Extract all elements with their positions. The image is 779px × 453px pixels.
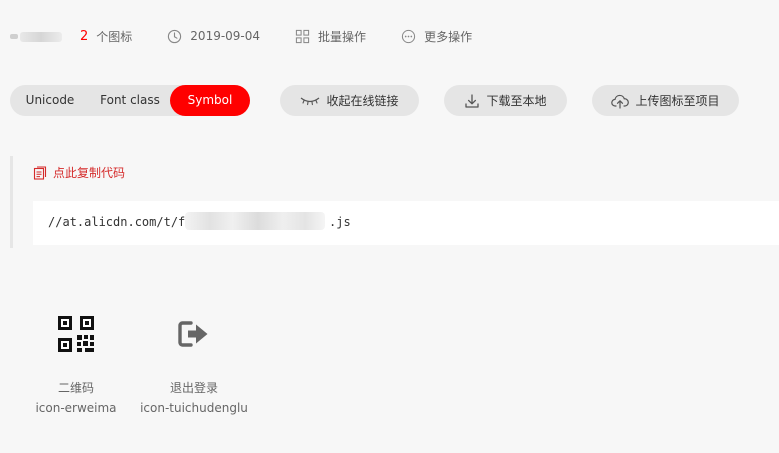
tab-font-class[interactable]: Font class [90, 85, 170, 116]
icon-name: 退出登录 [169, 381, 218, 395]
more-dots-icon [400, 28, 416, 44]
cloud-upload-icon [611, 93, 630, 109]
project-name-blurred [10, 29, 64, 43]
download-icon [464, 93, 480, 109]
icon-code: icon-tuichudenglu [140, 401, 248, 415]
tab-symbol[interactable]: Symbol [170, 85, 250, 116]
grid-icon [294, 28, 310, 44]
collapse-online-link-button[interactable]: 收起在线链接 [280, 85, 419, 116]
code-url-suffix: .js [329, 215, 351, 229]
copy-document-icon [33, 165, 47, 180]
icon-card-erweima[interactable]: 二维码 icon-erweima [16, 300, 136, 430]
clock-icon [166, 28, 182, 44]
created-date: 2019-09-04 [166, 28, 260, 44]
more-operations-button[interactable]: 更多操作 [400, 28, 472, 45]
download-local-button[interactable]: 下载至本地 [444, 85, 567, 116]
eye-closed-icon [300, 96, 320, 106]
download-local-label: 下载至本地 [486, 94, 547, 108]
copy-code-label: 点此复制代码 [53, 166, 126, 180]
code-box[interactable]: //at.alicdn.com/t/fo .js [33, 201, 779, 245]
icon-count-label: 个图标 [96, 29, 133, 44]
project-info-bar: 2 个图标 2019-09-04 批量操作 更多操作 [10, 26, 506, 46]
icon-code: icon-erweima [35, 401, 117, 415]
collapse-online-link-label: 收起在线链接 [326, 94, 399, 108]
logout-icon [174, 314, 214, 354]
icon-count: 2 [80, 28, 89, 44]
batch-operations-label: 批量操作 [318, 29, 367, 44]
icon-card-tuichudenglu[interactable]: 退出登录 icon-tuichudenglu [134, 300, 254, 430]
date-text: 2019-09-04 [190, 29, 261, 43]
tab-unicode[interactable]: Unicode [10, 85, 90, 116]
more-operations-label: 更多操作 [424, 29, 473, 44]
copy-code-button[interactable]: 点此复制代码 [33, 164, 125, 181]
upload-to-project-button[interactable]: 上传图标至项目 [592, 85, 739, 116]
code-url-redacted [185, 212, 325, 230]
code-url-prefix: //at.alicdn.com/t/fo [48, 215, 193, 229]
icon-project-page: 2 个图标 2019-09-04 批量操作 更多操作 Unicode Font … [0, 0, 779, 453]
icon-name: 二维码 [57, 381, 94, 395]
format-tabs: Unicode Font class Symbol [10, 85, 250, 116]
online-link-panel: 点此复制代码 //at.alicdn.com/t/fo .js [10, 156, 779, 248]
batch-operations-button[interactable]: 批量操作 [294, 28, 366, 45]
upload-to-project-label: 上传图标至项目 [635, 94, 720, 108]
qr-code-icon [56, 314, 96, 354]
